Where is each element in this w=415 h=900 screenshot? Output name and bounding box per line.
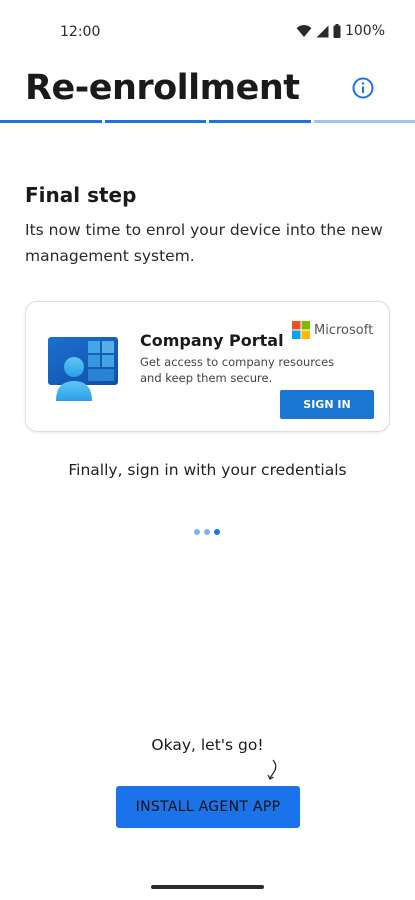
progress-segment-2: [104, 120, 206, 123]
loading-indicator: [194, 529, 220, 535]
status-bar: 12:00 100%: [0, 0, 415, 62]
progress-segment-4: [313, 120, 415, 123]
step-description: Its now time to enrol your device into t…: [25, 221, 383, 265]
status-time: 12:00: [60, 24, 101, 40]
gesture-navigation-bar[interactable]: [151, 885, 264, 889]
instruction-text: Finally, sign in with your credentials: [68, 461, 347, 479]
progress-segment-1: [0, 120, 102, 123]
loading-dot: [194, 529, 200, 535]
step-heading: Final step: [25, 183, 137, 207]
microsoft-brand: Microsoft: [292, 321, 373, 339]
card-title: Company Portal: [140, 331, 284, 350]
battery-percentage: 100%: [344, 23, 385, 39]
progress-segment-3: [209, 120, 311, 123]
microsoft-brand-text: Microsoft: [314, 322, 374, 338]
curved-arrow-icon: [267, 759, 277, 780]
install-agent-app-button[interactable]: INSTALL AGENT APP: [116, 786, 300, 828]
sign-in-button[interactable]: SIGN IN: [280, 390, 374, 419]
company-portal-logo-icon: [48, 337, 118, 401]
loading-dot: [204, 529, 210, 535]
wifi-icon: [296, 25, 312, 37]
encouragement-text: Okay, let's go!: [151, 736, 264, 754]
step-progress: [0, 120, 415, 123]
status-icons: 100%: [296, 23, 385, 39]
info-icon: [352, 77, 374, 99]
company-portal-card: Company Portal Get access to company res…: [25, 301, 390, 432]
loading-dot: [214, 529, 220, 535]
page-title: Re-enrollment: [25, 68, 300, 108]
card-description: Get access to company resources and keep…: [140, 355, 335, 385]
battery-icon: [333, 24, 341, 38]
info-button[interactable]: [350, 75, 376, 101]
microsoft-logo-icon: [292, 321, 310, 339]
cellular-signal-icon: [316, 25, 329, 37]
